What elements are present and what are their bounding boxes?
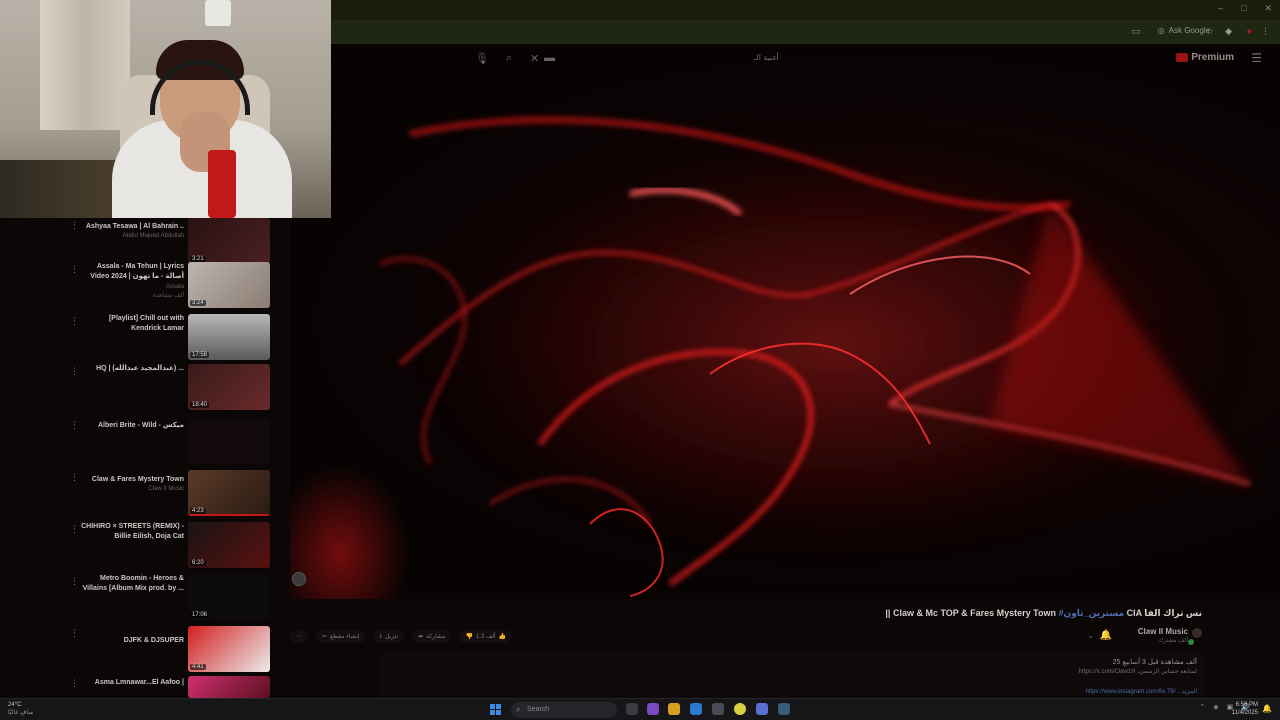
windows-start-icon[interactable] (490, 704, 501, 715)
scissors-icon: ✂ (322, 633, 328, 640)
cast-icon[interactable]: ▭ (1131, 26, 1140, 37)
curtain (40, 0, 130, 130)
taskbar-search-input[interactable]: ⌕ Search (511, 702, 617, 718)
more-options-icon[interactable]: ⋮ (70, 472, 79, 483)
clear-search-icon[interactable]: ✕ (530, 52, 539, 65)
more-options-icon[interactable]: ⋮ (70, 220, 79, 231)
wall-lamp (205, 0, 231, 26)
recommendations-sidebar: ⋮ Ashyaa Tesawa | Al Bahrain .. Abdul Ma… (60, 218, 290, 698)
extension-icon[interactable]: ◆ (1225, 26, 1232, 37)
red-microphone (208, 150, 236, 218)
notification-bell-icon[interactable]: 🔔 (1262, 704, 1272, 713)
description-more[interactable]: https://www.instagram.com/6x.79/ ...المز… (1086, 688, 1197, 695)
video-player[interactable] (290, 44, 1280, 599)
youtube-logo-icon (1176, 53, 1189, 62)
like-icon: 👍 (498, 633, 507, 640)
task-view-icon[interactable] (626, 703, 638, 715)
video-thumbnail[interactable]: 18:40 (188, 364, 270, 410)
red-smoke-visual (379, 116, 1251, 597)
file-explorer-icon[interactable] (668, 703, 680, 715)
video-thumbnail[interactable]: 3:21 (188, 218, 270, 264)
video-thumbnail[interactable]: 6:20 (188, 522, 270, 568)
download-button[interactable]: ⤓ تنزيل (373, 629, 405, 643)
share-button[interactable]: ➦ مشاركة (412, 629, 452, 643)
chevron-up-icon[interactable]: ⌃ (1199, 703, 1205, 711)
search-input[interactable]: أغنية الـ (754, 53, 779, 62)
video-thumbnail[interactable]: 4:41 (188, 626, 270, 672)
channel-name[interactable]: Claw II Music (1138, 627, 1188, 636)
more-options-icon[interactable]: ⋮ (70, 628, 79, 639)
lens-icon: ◎ (1157, 26, 1165, 35)
clock[interactable]: 6:56 PM 11/4/2025 (1232, 701, 1258, 717)
youtube-header: 🎙 ⌕ ✕ ▬ أغنية الـ Premium ☰ (330, 44, 1280, 74)
discord-icon[interactable] (756, 703, 768, 715)
window-controls: – □ ✕ (1218, 3, 1272, 14)
more-horizontal-icon: ⋯ (296, 633, 302, 640)
more-options-icon[interactable]: ⋮ (70, 316, 79, 327)
video-details: || Claw & Mc TOP & Fares Mystery Town #م… (290, 572, 1280, 700)
browser-toolbar: ▭ ◎ Ask Google ☆ ◆ ● ⋮ (330, 20, 1280, 44)
copilot-icon[interactable] (647, 703, 659, 715)
screen: – □ ✕ ▭ ◎ Ask Google ☆ ◆ ● ⋮ 🎙 ⌕ ✕ ▬ أغن… (0, 0, 1280, 720)
video-thumbnail[interactable]: 17:06 (188, 574, 270, 620)
maximize-icon[interactable]: □ (1241, 3, 1246, 14)
video-title: || Claw & Mc TOP & Fares Mystery Town #م… (885, 608, 1202, 618)
ask-google-button[interactable]: ◎ Ask Google (1158, 26, 1210, 35)
like-count: 1.3 ألف (475, 633, 496, 640)
rug (0, 160, 120, 218)
windows-taskbar: 24°C صافٍ غالبًا ⌕ Search ⌃ ◈ ▣ 🔊 6:56 P… (0, 698, 1280, 720)
chrome-icon[interactable] (734, 703, 746, 715)
youtube-premium-logo[interactable]: Premium (1176, 52, 1234, 63)
store-icon[interactable] (712, 703, 724, 715)
more-options-icon[interactable]: ⋮ (70, 264, 79, 275)
more-options-icon[interactable]: ⋮ (70, 576, 79, 587)
more-options-icon[interactable]: ⋮ (70, 678, 79, 689)
video-thumbnail[interactable] (188, 676, 270, 698)
close-icon[interactable]: ✕ (1264, 3, 1272, 14)
hamburger-menu-icon[interactable]: ☰ (1251, 51, 1262, 65)
more-options-icon[interactable]: ⋮ (70, 524, 79, 535)
weather-widget[interactable]: 24°C صافٍ غالبًا (8, 701, 33, 717)
video-thumbnail[interactable] (188, 418, 270, 464)
description-box[interactable]: 25 ألف مشاهدة قبل 3 أسابيع https://x.com… (380, 652, 1205, 700)
subscriber-count: ألف مشترك (1157, 638, 1188, 644)
edge-icon[interactable] (690, 703, 702, 715)
chevron-down-icon[interactable]: ⌄ (1087, 631, 1094, 640)
clip-button[interactable]: ✂ إنشاء مقطع (316, 629, 366, 643)
minimize-icon[interactable]: – (1218, 3, 1223, 14)
browser-menu-icon[interactable]: ⋮ (1261, 26, 1270, 37)
more-options-icon[interactable]: ⋮ (70, 420, 79, 431)
microphone-icon[interactable]: 🎙 (475, 52, 489, 65)
dislike-icon: 👎 (465, 633, 473, 640)
download-icon: ⤓ (379, 632, 383, 639)
more-actions-button[interactable]: ⋯ (290, 629, 308, 643)
bell-icon[interactable]: 🔔 (1100, 630, 1112, 641)
video-thumbnail[interactable]: 3:24 (188, 262, 270, 308)
profile-icon[interactable]: ● (1247, 26, 1252, 36)
watch-progress-bar (188, 514, 270, 516)
commenter-avatar (292, 572, 306, 586)
video-actions: ⋯ ✂ إنشاء مقطع ⤓ تنزيل ➦ مشاركة 👎 1.3 ألف 👍 (290, 628, 513, 644)
video-thumbnail[interactable]: 17:58 (188, 314, 270, 360)
channel-avatar[interactable] (1192, 628, 1202, 638)
search-icon: ⌕ (516, 705, 521, 714)
keyboard-icon[interactable]: ▬ (544, 52, 555, 64)
app-icon[interactable] (778, 703, 790, 715)
webcam-overlay (0, 0, 331, 218)
share-icon: ➦ (418, 633, 424, 640)
network-icon[interactable]: ◈ (1213, 703, 1218, 711)
live-indicator-icon (1188, 639, 1194, 645)
bookmark-star-icon[interactable]: ☆ (1206, 26, 1214, 37)
video-thumbnail[interactable]: 4:23 (188, 470, 270, 516)
like-dislike-button[interactable]: 👎 1.3 ألف 👍 (459, 629, 513, 643)
search-icon[interactable]: ⌕ (506, 52, 512, 65)
more-options-icon[interactable]: ⋮ (70, 366, 79, 377)
